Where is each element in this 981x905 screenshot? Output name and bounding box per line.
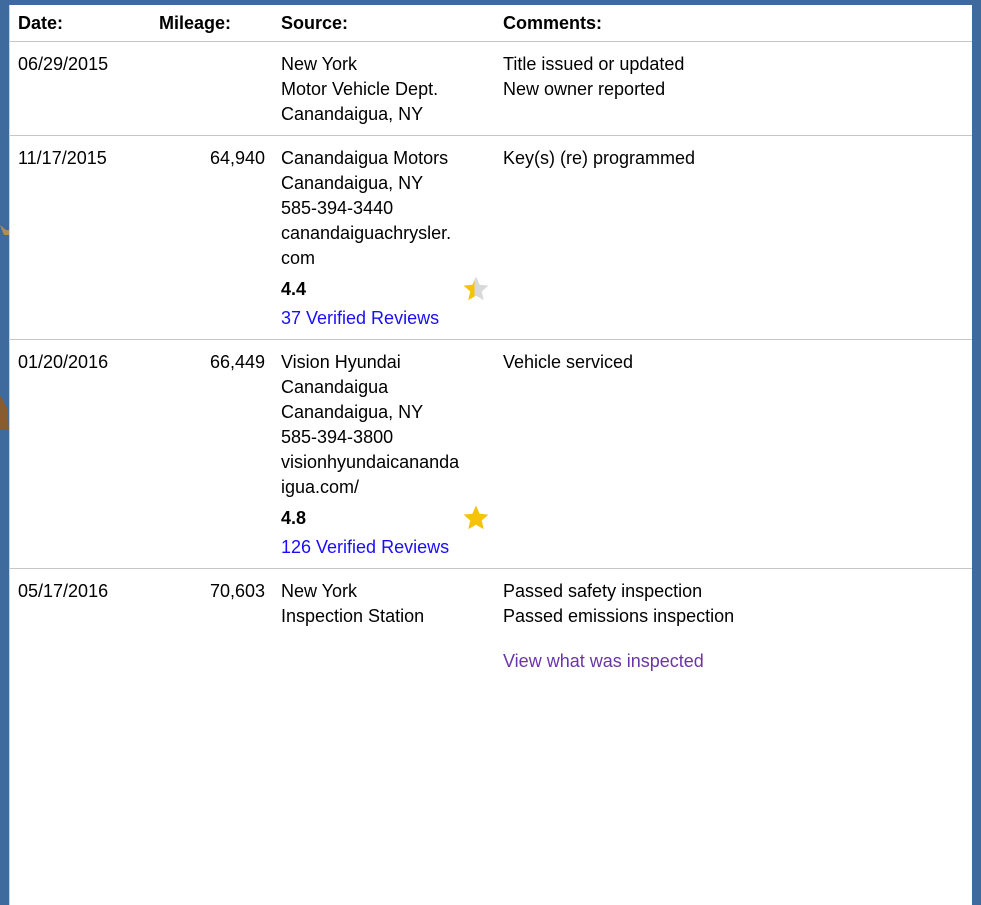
source-cell: New York Inspection Station — [273, 569, 495, 683]
source-line: igua.com/ — [281, 477, 360, 497]
source-line: Vision Hyundai — [281, 352, 401, 372]
comment-line: Passed emissions inspection — [503, 606, 735, 626]
source-line: canandaiguachrysler. — [281, 223, 452, 243]
source-line: New York — [281, 54, 358, 74]
panel-edge-decoration — [0, 225, 9, 430]
mileage-cell: 66,449 — [151, 339, 273, 569]
table-row: 11/17/2015 64,940 Canandaigua Motors Can… — [10, 135, 972, 340]
comments-column-header: Comments: — [495, 5, 972, 42]
rating-score: 4.8 — [281, 508, 307, 528]
rating-score: 4.4 — [281, 279, 307, 299]
comment-line: Vehicle serviced — [503, 352, 634, 372]
dealer-rating: 4.8 — [281, 505, 489, 531]
source-line: com — [281, 248, 316, 268]
table-row: 05/17/2016 70,603 New York Inspection St… — [10, 569, 972, 683]
vehicle-history-table: Date: Mileage: Source: Comments: 06/29/2… — [10, 5, 972, 682]
source-line: Canandaigua — [281, 377, 389, 397]
verified-reviews-link[interactable]: 126 Verified Reviews — [281, 535, 487, 560]
date-cell: 01/20/2016 — [10, 339, 151, 569]
source-cell: New York Motor Vehicle Dept. Canandaigua… — [273, 41, 495, 136]
table-row: 01/20/2016 66,449 Vision Hyundai Cananda… — [10, 339, 972, 569]
source-line: Canandaigua, NY — [281, 173, 424, 193]
date-column-header: Date: — [10, 5, 151, 42]
source-line: 585-394-3440 — [281, 198, 394, 218]
mileage-cell: 70,603 — [209, 581, 265, 601]
source-cell: Vision Hyundai Canandaigua Canandaigua, … — [273, 339, 495, 569]
source-line: Canandaigua, NY — [281, 104, 424, 124]
comment-line: Title issued or updated — [503, 54, 685, 74]
view-inspection-link[interactable]: View what was inspected — [503, 649, 964, 674]
source-line: Motor Vehicle Dept. — [281, 79, 439, 99]
star-icon — [463, 505, 489, 530]
comment-line: Passed safety inspection — [503, 581, 703, 601]
mileage-cell — [151, 41, 273, 136]
source-cell: Canandaigua Motors Canandaigua, NY 585-3… — [273, 135, 495, 340]
source-line: Canandaigua, NY — [281, 402, 424, 422]
source-line: New York — [281, 581, 358, 601]
source-line: visionhyundaicananda — [281, 452, 460, 472]
comment-line: Key(s) (re) programmed — [503, 148, 696, 168]
half-star-icon — [463, 276, 489, 301]
verified-reviews-link[interactable]: 37 Verified Reviews — [281, 306, 487, 331]
source-column-header: Source: — [273, 5, 495, 42]
comments-cell: Passed safety inspection Passed emission… — [495, 569, 972, 683]
comments-cell: Key(s) (re) programmed — [495, 135, 972, 340]
source-line: 585-394-3800 — [281, 427, 394, 447]
date-cell: 11/17/2015 — [10, 135, 151, 340]
mileage-cell: 64,940 — [151, 135, 273, 340]
table-row: 06/29/2015 New York Motor Vehicle Dept. … — [10, 41, 972, 136]
source-line: Inspection Station — [281, 606, 425, 626]
date-cell: 06/29/2015 — [10, 41, 151, 136]
comments-cell: Vehicle serviced — [495, 339, 972, 569]
comments-cell: Title issued or updated New owner report… — [495, 41, 972, 136]
mileage-column-header: Mileage: — [151, 5, 273, 42]
source-line: Canandaigua Motors — [281, 148, 449, 168]
date-cell: 05/17/2016 — [18, 581, 109, 601]
comment-line: New owner reported — [503, 79, 666, 99]
table-header-row: Date: Mileage: Source: Comments: — [10, 5, 972, 42]
dealer-rating: 4.4 — [281, 276, 489, 302]
